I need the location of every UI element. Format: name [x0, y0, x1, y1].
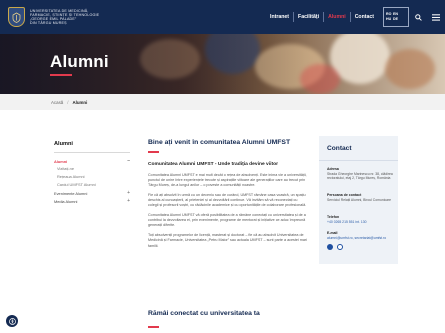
language-switcher: RO EN HU DE	[383, 7, 409, 27]
sidebar-subitem-card[interactable]: Cardul UMFST Alumni	[54, 181, 130, 189]
university-crest-icon	[8, 7, 25, 27]
sidebar-item-label: Evenimente Alumni	[54, 190, 88, 196]
sidebar-item-label: Alumni	[54, 158, 68, 164]
expand-icon[interactable]: +	[127, 198, 130, 204]
phone-link[interactable]: +40 0265 215 551 int. 130	[327, 220, 393, 224]
welcome-heading: Bine ați venit în comunitatea Alumni UMF…	[148, 139, 291, 146]
sidebar-item-label: Media Alumni	[54, 198, 78, 204]
body-paragraph: Comunitatea Alumni UMFST e mai mult decâ…	[148, 172, 307, 187]
nav-contact[interactable]: Contact	[351, 14, 378, 20]
sidebar-item-events[interactable]: Evenimente Alumni +	[54, 189, 130, 197]
contact-divider	[319, 160, 398, 161]
instagram-icon[interactable]	[337, 244, 343, 250]
sidebar-title: Alumni	[54, 141, 73, 147]
body-paragraph: Fie că ați absolvit în urmă cu un deceni…	[148, 192, 307, 207]
sidebar-subitem-visit[interactable]: Vizitați-ne	[54, 165, 130, 173]
language-hu[interactable]: HU	[386, 17, 393, 22]
hamburger-menu-icon[interactable]	[427, 13, 445, 21]
body-paragraph: Comunitatea Alumni UMFST vă oferă posibi…	[148, 213, 306, 228]
sidebar-item-alumni[interactable]: Alumni –	[54, 157, 130, 165]
page-title: Alumni	[50, 52, 109, 71]
contact-person: Persoana de contact Serviciul Relații Al…	[327, 193, 393, 202]
main-content: Bine ați venit în comunitatea Alumni UMF…	[148, 139, 308, 328]
breadcrumb-home[interactable]: Acasă	[51, 100, 63, 105]
contact-phone: Telefon +40 0265 215 551 int. 130	[327, 215, 393, 224]
person-value: Serviciul Relații Alumni, Biroul Comunic…	[327, 197, 392, 202]
sidebar-subitem-network[interactable]: Rețeaua Alumni	[54, 173, 130, 181]
brand-line: din Târgu Mureș	[30, 21, 67, 26]
section-subheading: Comunitatea Alumni UMFST - Unde tradiția…	[148, 161, 278, 167]
body-paragraph: Toți absolvenții programelor de licență,…	[148, 233, 307, 248]
heading-accent-bar	[148, 326, 159, 328]
breadcrumb-current: Alumni	[72, 99, 88, 105]
top-navigation: Intranet Facilități Alumni Contact RO EN…	[266, 0, 445, 34]
facebook-icon[interactable]	[327, 244, 333, 250]
breadcrumb-separator: /	[67, 99, 69, 105]
hero-banner: Alumni	[0, 34, 445, 94]
site-header: Universitatea de Medicină, Farmacie, Ști…	[0, 0, 445, 34]
accessibility-icon	[8, 317, 16, 325]
language-de[interactable]: DE	[393, 17, 400, 22]
accessibility-button[interactable]	[6, 315, 18, 327]
address-value: Strada Gheorghe Marinescu nr. 38, clădir…	[327, 171, 393, 180]
university-logo[interactable]: Universitatea de Medicină, Farmacie, Ști…	[8, 7, 99, 27]
university-name: Universitatea de Medicină, Farmacie, Ști…	[30, 9, 99, 26]
title-accent-bar	[50, 74, 72, 76]
nav-facilities[interactable]: Facilități	[294, 14, 323, 20]
nav-alumni[interactable]: Alumni	[324, 14, 350, 20]
contact-card: Contact Adresa Strada Gheorghe Marinescu…	[319, 136, 398, 264]
expand-icon[interactable]: +	[127, 190, 130, 196]
search-icon[interactable]	[409, 13, 427, 21]
sidebar-item-media[interactable]: Media Alumni +	[54, 197, 130, 205]
contact-address: Adresa Strada Gheorghe Marinescu nr. 38,…	[327, 167, 393, 180]
sidebar-navigation: Alumni Alumni – Vizitați-ne Rețeaua Alum…	[54, 141, 130, 205]
social-links	[327, 244, 393, 250]
breadcrumb: Acasă / Alumni	[0, 94, 445, 110]
contact-title: Contact	[327, 145, 352, 152]
stay-connected-heading: Rămâi conectat cu universitatea ta	[148, 310, 260, 317]
nav-intranet[interactable]: Intranet	[266, 14, 293, 20]
contact-email: E-mail alumni@umfst.ro, secretariat@umfs…	[327, 231, 393, 250]
heading-accent-bar	[148, 151, 159, 153]
email-link[interactable]: alumni@umfst.ro, secretariat@umfst.ro	[327, 236, 393, 240]
collapse-icon[interactable]: –	[127, 158, 130, 164]
